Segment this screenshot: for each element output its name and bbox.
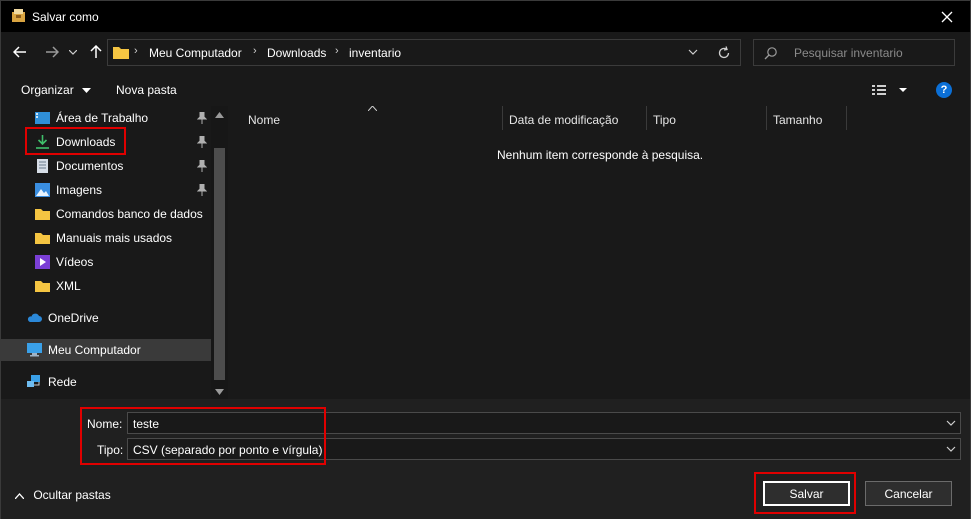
chevron-down-icon[interactable]	[945, 418, 957, 428]
organize-label: Organizar	[21, 83, 74, 97]
up-button[interactable]	[85, 40, 107, 64]
sidebar-item-videos[interactable]: Vídeos	[1, 251, 211, 273]
sidebar-item-area-de-trabalho[interactable]: Área de Trabalho	[1, 107, 211, 129]
sidebar-item-label: XML	[56, 279, 81, 293]
forward-button[interactable]	[41, 40, 63, 64]
help-button[interactable]: ?	[936, 82, 952, 98]
file-list: Nome Data de modificação Tipo Tamanho Ne…	[229, 106, 970, 399]
save-dialog-icon	[12, 9, 25, 22]
close-icon	[941, 11, 953, 22]
chevron-down-icon	[69, 49, 77, 55]
breadcrumb-separator: ›	[134, 45, 138, 57]
breadcrumb-downloads[interactable]: Downloads	[267, 46, 326, 60]
sidebar-item-label: OneDrive	[48, 311, 99, 325]
folder-icon	[35, 209, 50, 220]
address-dropdown-icon[interactable]	[686, 45, 700, 59]
pin-icon	[197, 136, 207, 148]
folder-icon	[113, 47, 129, 59]
sidebar-item-documentos[interactable]: Documentos	[1, 155, 211, 177]
empty-message: Nenhum item corresponde à pesquisa.	[497, 148, 704, 162]
sidebar-item-rede[interactable]: Rede	[1, 371, 211, 393]
hide-folders-label: Ocultar pastas	[33, 488, 111, 502]
hide-folders-button[interactable]: Ocultar pastas	[14, 488, 111, 502]
sidebar-item-meu-computador[interactable]: Meu Computador	[1, 339, 211, 361]
close-button[interactable]	[924, 1, 970, 32]
chevron-down-icon[interactable]	[945, 444, 957, 454]
organize-button[interactable]: Organizar	[21, 83, 92, 97]
pin-icon	[197, 184, 207, 196]
window-title: Salvar como	[32, 10, 99, 24]
column-divider[interactable]	[766, 106, 767, 130]
sidebar-scrollbar[interactable]	[211, 106, 228, 399]
sidebar-item-label: Documentos	[56, 159, 124, 173]
chevron-up-icon	[14, 492, 25, 500]
desktop-icon	[35, 112, 50, 124]
column-header-nome[interactable]: Nome	[248, 113, 280, 127]
cloud-icon	[27, 313, 42, 322]
folder-icon	[35, 281, 50, 292]
column-divider[interactable]	[846, 106, 847, 130]
sidebar-item-label: Meu Computador	[48, 343, 141, 357]
scroll-down-icon[interactable]	[215, 389, 224, 395]
refresh-icon[interactable]	[716, 45, 732, 61]
save-as-dialog: Salvar como › Meu Computador › Downloads…	[0, 0, 971, 519]
downloads-highlight	[25, 127, 126, 155]
column-divider[interactable]	[646, 106, 647, 130]
save-form: Nome: teste Tipo: CSV (separado por pont…	[1, 399, 970, 519]
breadcrumb-separator: ›	[253, 45, 257, 57]
search-input[interactable]: Pesquisar inventario	[753, 39, 955, 66]
title-bar: Salvar como	[1, 1, 970, 32]
sidebar-item-label: Manuais mais usados	[56, 231, 173, 245]
folder-icon	[35, 233, 50, 244]
column-header-data-de-modificacao[interactable]: Data de modificação	[509, 113, 618, 127]
document-icon	[37, 159, 48, 173]
recent-locations-button[interactable]	[65, 40, 81, 64]
pin-icon	[197, 112, 207, 124]
arrow-up-icon	[90, 45, 102, 58]
scroll-up-icon[interactable]	[215, 112, 224, 118]
breadcrumb-inventario[interactable]: inventario	[349, 46, 401, 60]
navigation-bar: › Meu Computador › Downloads › inventari…	[1, 32, 970, 73]
command-toolbar: Organizar Nova pasta ?	[1, 73, 970, 106]
video-icon	[35, 255, 50, 269]
sidebar-item-label: Comandos banco de dados	[56, 207, 203, 221]
save-button-highlight	[754, 472, 856, 514]
column-header-tipo[interactable]: Tipo	[653, 113, 676, 127]
form-fields-highlight	[80, 407, 326, 465]
sidebar-item-comandos-banco-de-dados[interactable]: Comandos banco de dados	[1, 203, 211, 225]
address-bar[interactable]: › Meu Computador › Downloads › inventari…	[107, 39, 741, 66]
image-icon	[35, 183, 50, 197]
breadcrumb-meu-computador[interactable]: Meu Computador	[149, 46, 242, 60]
cancel-button[interactable]: Cancelar	[865, 481, 952, 506]
sidebar-item-label: Vídeos	[56, 255, 94, 269]
chevron-down-icon	[82, 87, 92, 93]
breadcrumb-separator: ›	[335, 45, 339, 57]
column-header-tamanho[interactable]: Tamanho	[773, 113, 822, 127]
search-icon	[764, 47, 777, 60]
new-folder-button[interactable]: Nova pasta	[116, 83, 177, 97]
arrow-left-icon	[13, 46, 26, 58]
scroll-thumb[interactable]	[214, 148, 225, 380]
sidebar-item-onedrive[interactable]: OneDrive	[1, 307, 211, 329]
sort-ascending-icon	[368, 106, 377, 111]
pin-icon	[197, 160, 207, 172]
view-options-icon[interactable]	[871, 82, 909, 98]
sidebar-item-imagens[interactable]: Imagens	[1, 179, 211, 201]
arrow-right-icon	[46, 46, 59, 58]
column-divider[interactable]	[502, 106, 503, 130]
sidebar-item-xml[interactable]: XML	[1, 275, 211, 297]
sidebar-item-label: Rede	[48, 375, 77, 389]
search-placeholder: Pesquisar inventario	[794, 46, 903, 60]
sidebar-item-label: Área de Trabalho	[56, 111, 149, 125]
computer-icon	[27, 343, 42, 357]
network-icon	[27, 375, 40, 387]
sidebar-item-manuais-mais-usados[interactable]: Manuais mais usados	[1, 227, 211, 249]
sidebar-item-label: Imagens	[56, 183, 103, 197]
back-button[interactable]	[9, 40, 31, 64]
